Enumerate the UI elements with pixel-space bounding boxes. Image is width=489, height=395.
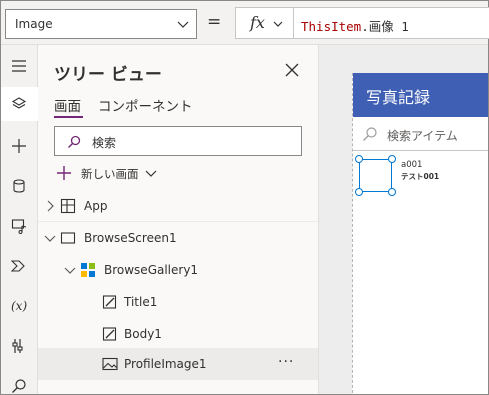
screen-icon [60, 232, 76, 244]
resize-handle[interactable] [355, 188, 363, 196]
tree-node-label: Body1 [124, 327, 162, 341]
left-rail: (x) [1, 45, 38, 394]
tab-components[interactable]: コンポーネント [98, 95, 193, 115]
app-search-placeholder: 検索アイテム [387, 129, 458, 143]
search-icon [12, 379, 26, 393]
gallery-item-body: テスト001 [401, 172, 440, 181]
design-canvas[interactable]: 写真記録 検索アイテム a001 テスト001 [319, 45, 488, 394]
tree-node-label: BrowseScreen1 [84, 231, 177, 245]
tree-node-label: Title1 [124, 295, 158, 309]
new-screen-label: 新しい画面 [81, 167, 139, 181]
search-icon [363, 127, 377, 141]
database-icon [13, 179, 25, 193]
chevron-down-icon [145, 170, 157, 177]
chevron-down-icon [273, 21, 283, 27]
tree-view-button[interactable] [1, 87, 38, 121]
plus-icon [57, 166, 71, 180]
close-icon[interactable] [284, 62, 300, 78]
app-screen-preview[interactable]: 写真記録 検索アイテム a001 テスト001 [352, 73, 488, 394]
chevron-down-icon [177, 21, 189, 28]
plus-icon [12, 139, 26, 153]
tree-view-panel: ツリー ビュー 画面 コンポーネント 検索 新しい画面 App BrowseSc… [38, 45, 319, 394]
tree-node-partial [38, 380, 318, 394]
svg-text:(x): (x) [11, 299, 27, 313]
app-title: 写真記録 [366, 88, 431, 107]
chevron-down-icon[interactable] [44, 232, 56, 244]
variables-icon: (x) [11, 299, 27, 313]
formula-bar: Image = fx ThisItem.画像 1 [1, 1, 489, 45]
resize-handle[interactable] [388, 155, 396, 163]
insert-button[interactable] [1, 129, 38, 163]
advanced-tools-button[interactable] [1, 329, 38, 363]
search-icon [68, 135, 81, 148]
image-icon [102, 357, 118, 371]
edit-text-icon [102, 327, 117, 341]
power-automate-icon [11, 260, 25, 272]
power-automate-button[interactable] [1, 249, 38, 283]
layers-icon [11, 97, 27, 109]
tree-node-title[interactable]: Title1 [38, 286, 318, 318]
app-icon [60, 198, 76, 214]
chevron-right-icon[interactable] [44, 200, 56, 212]
data-button[interactable] [1, 169, 38, 203]
property-dropdown[interactable]: Image [5, 9, 197, 39]
property-value: Image [15, 17, 53, 31]
tree-node-browse-gallery[interactable]: BrowseGallery1 [38, 254, 318, 286]
tree-node-label: BrowseGallery1 [104, 263, 199, 277]
gallery-icon [81, 263, 95, 277]
fx-icon: fx [250, 13, 265, 32]
search-placeholder: 検索 [92, 136, 117, 150]
menu-button[interactable] [1, 49, 38, 83]
resize-handle[interactable] [388, 188, 396, 196]
equals-sign: = [207, 12, 222, 32]
formula-keyword: ThisItem [301, 19, 362, 34]
resize-handle[interactable] [355, 155, 363, 163]
app-header[interactable]: 写真記録 [353, 73, 488, 117]
formula-rest: .画像 1 [361, 19, 409, 34]
new-screen-button[interactable]: 新しい画面 [56, 162, 166, 184]
active-tab-indicator [54, 116, 83, 118]
tab-screens[interactable]: 画面 [54, 95, 81, 115]
formula-input[interactable]: ThisItem.画像 1 [293, 7, 489, 39]
tree-node-app[interactable]: App [38, 190, 318, 222]
edit-text-icon [102, 295, 117, 309]
tree-node-browse-screen[interactable]: BrowseScreen1 [38, 222, 318, 254]
search-button[interactable] [1, 369, 38, 395]
more-options-button[interactable]: ··· [278, 354, 294, 370]
formula-text: ThisItem.画像 1 [301, 16, 409, 35]
tree-node-profile-image[interactable]: ProfileImage1 ··· [38, 348, 318, 380]
tree-node-label: ProfileImage1 [124, 357, 207, 371]
panel-title: ツリー ビュー [54, 65, 162, 85]
media-button[interactable] [1, 209, 38, 243]
tools-icon [12, 339, 23, 353]
tree-node-body[interactable]: Body1 [38, 318, 318, 350]
chevron-down-icon[interactable] [64, 264, 76, 276]
hamburger-icon [12, 60, 26, 72]
media-icon [11, 219, 27, 234]
app-search-input[interactable]: 検索アイテム [353, 117, 488, 151]
tree-node-label: App [84, 199, 108, 213]
fx-button[interactable]: fx [235, 7, 293, 39]
profile-image-placeholder[interactable] [355, 155, 396, 196]
gallery-item-title: a001 [401, 160, 423, 170]
tree-search-input[interactable]: 検索 [54, 126, 302, 156]
variables-button[interactable]: (x) [1, 289, 38, 323]
